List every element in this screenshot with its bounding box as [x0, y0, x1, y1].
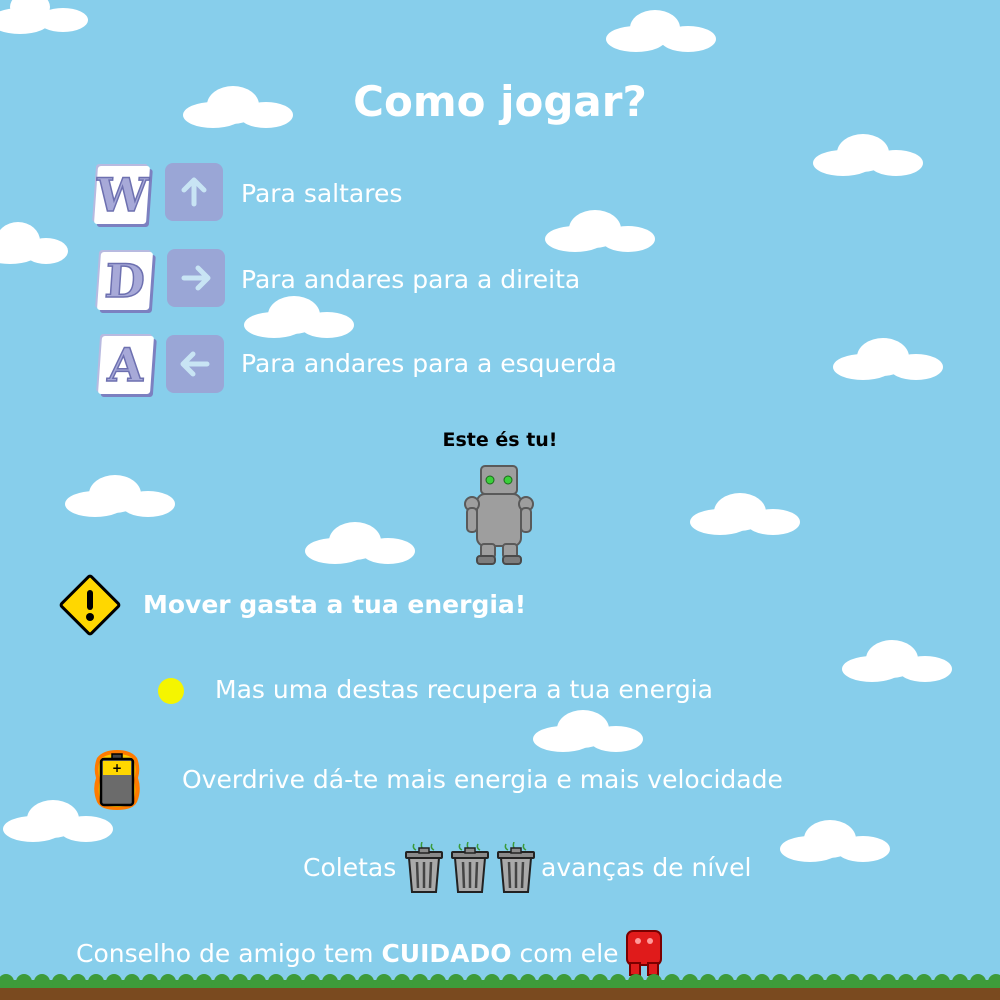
- cloud: [813, 134, 923, 180]
- cloud: [0, 0, 90, 36]
- key-d-icon: D: [96, 252, 154, 310]
- cloud: [65, 475, 175, 521]
- trash-can-icon: [450, 841, 490, 898]
- move-left-label: Para andares para a esquerda: [241, 349, 617, 378]
- trash-can-icon: [496, 841, 536, 898]
- advice-prefix: Conselho de amigo tem: [76, 939, 374, 968]
- cloud: [690, 493, 800, 539]
- overdrive-text: Overdrive dá-te mais energia e mais velo…: [182, 765, 783, 794]
- trash-can-icon: [404, 841, 444, 898]
- cloud: [533, 710, 643, 756]
- cloud: [0, 222, 70, 268]
- move-right-label: Para andares para a direita: [241, 265, 581, 294]
- collect-prefix: Coletas: [303, 853, 397, 882]
- cloud: [244, 296, 354, 342]
- overdrive-battery-icon: +: [91, 748, 143, 816]
- page-title: Como jogar?: [353, 77, 647, 126]
- warning-text: Mover gasta a tua energia!: [143, 590, 527, 619]
- key-w-icon: W: [94, 166, 150, 224]
- jump-label: Para saltares: [241, 179, 403, 208]
- advice-suffix: com ele: [519, 939, 619, 968]
- robot-player-icon: [463, 464, 535, 570]
- arrow-up-icon: [165, 163, 223, 221]
- cloud: [833, 338, 943, 384]
- energy-orb-text: Mas uma destas recupera a tua energia: [215, 675, 713, 704]
- collect-suffix: avanças de nível: [541, 853, 752, 882]
- cloud: [842, 640, 952, 686]
- warning-sign-icon: [57, 572, 123, 642]
- cloud: [780, 820, 890, 866]
- player-caption: Este és tu!: [442, 429, 558, 451]
- ground-dirt: [0, 988, 1000, 1000]
- arrow-left-icon: [166, 335, 224, 393]
- advice-emphasis: CUIDADO: [381, 939, 512, 968]
- cloud: [305, 522, 415, 568]
- svg-text:+: +: [112, 761, 122, 775]
- cloud: [545, 210, 655, 256]
- cloud: [606, 10, 716, 54]
- key-a-icon: A: [97, 336, 155, 394]
- yellow-orb-icon: [158, 678, 184, 704]
- arrow-right-icon: [167, 249, 225, 307]
- advice-text: Conselho de amigo tem CUIDADO com ele: [76, 939, 619, 969]
